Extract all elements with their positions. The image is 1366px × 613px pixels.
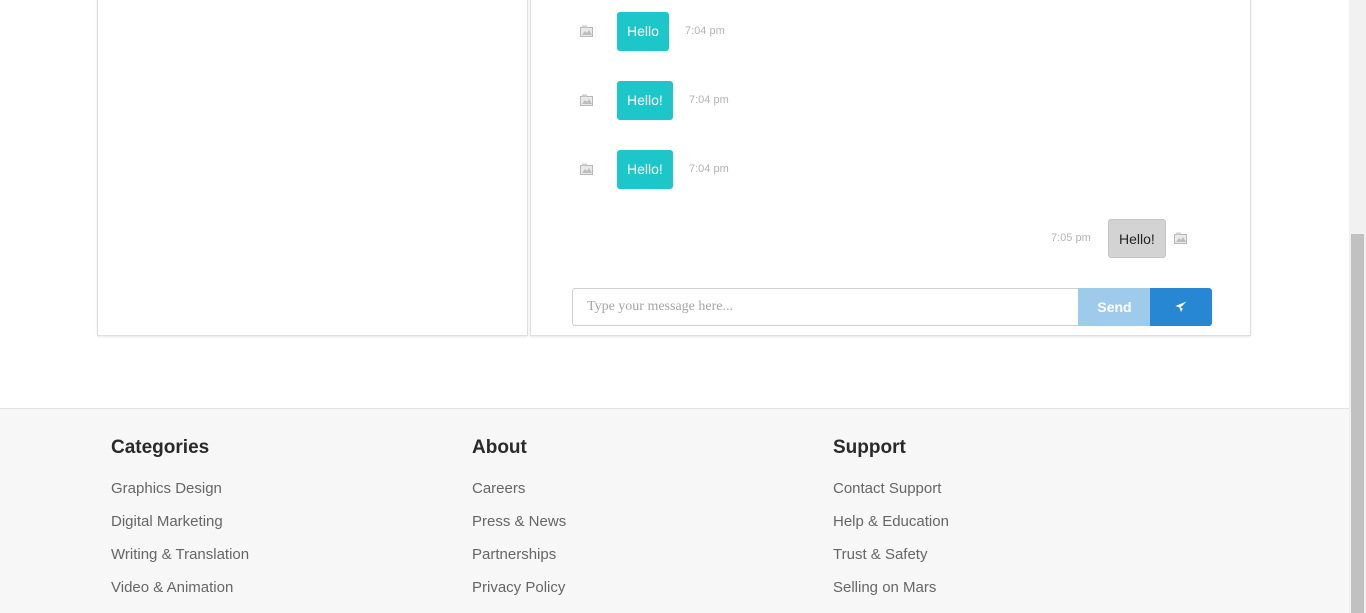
footer-link[interactable]: Writing & Translation [111, 545, 249, 578]
chat-message-incoming: Hello! 7:04 pm [531, 150, 1250, 189]
footer-link[interactable]: Press & News [472, 512, 566, 545]
message-composer: Send [572, 288, 1212, 326]
page: Hello 7:04 pm Hello! 7:04 pm Hello! 7:04… [0, 0, 1349, 613]
footer-link[interactable]: Digital Marketing [111, 512, 249, 545]
site-footer: Categories Graphics Design Digital Marke… [0, 408, 1349, 613]
message-time: 7:05 pm [1051, 232, 1091, 244]
broken-image-icon [580, 93, 594, 106]
message-input[interactable] [572, 288, 1079, 326]
chat-message-incoming: Hello 7:04 pm [531, 12, 1250, 51]
send-button[interactable]: Send [1078, 288, 1151, 326]
broken-image-icon [580, 24, 594, 37]
footer-link[interactable]: Privacy Policy [472, 578, 566, 611]
chat-message-outgoing: 7:05 pm Hello! [531, 219, 1250, 258]
chat-message-incoming: Hello! 7:04 pm [531, 81, 1250, 120]
footer-link[interactable]: Contact Support [833, 479, 949, 512]
scrollbar-thumb[interactable] [1351, 234, 1364, 613]
page-scrollbar[interactable] [1349, 0, 1366, 613]
footer-heading: About [472, 437, 527, 458]
footer-column-about: About Careers Press & News Partnerships … [472, 437, 566, 611]
footer-link[interactable]: Partnerships [472, 545, 566, 578]
paper-plane-icon [1175, 301, 1187, 313]
message-bubble: Hello [617, 12, 669, 51]
broken-image-icon [580, 162, 594, 175]
footer-link[interactable]: Selling on Mars [833, 578, 949, 611]
send-plane-button[interactable] [1150, 288, 1212, 326]
chat-panel: Hello 7:04 pm Hello! 7:04 pm Hello! 7:04… [530, 0, 1251, 336]
footer-link[interactable]: Video & Animation [111, 578, 249, 611]
footer-heading: Support [833, 437, 906, 458]
footer-heading: Categories [111, 437, 210, 458]
message-time: 7:04 pm [689, 163, 729, 175]
footer-link[interactable]: Careers [472, 479, 566, 512]
footer-column-support: Support Contact Support Help & Education… [833, 437, 949, 611]
footer-link[interactable]: Trust & Safety [833, 545, 949, 578]
broken-image-icon [1174, 231, 1188, 244]
footer-column-categories: Categories Graphics Design Digital Marke… [111, 437, 249, 611]
message-time: 7:04 pm [689, 94, 729, 106]
footer-link[interactable]: Help & Education [833, 512, 949, 545]
message-time: 7:04 pm [685, 25, 725, 37]
message-bubble: Hello! [1108, 219, 1166, 258]
message-bubble: Hello! [617, 81, 673, 120]
footer-link[interactable]: Graphics Design [111, 479, 249, 512]
contacts-panel [97, 0, 528, 336]
message-bubble: Hello! [617, 150, 673, 189]
